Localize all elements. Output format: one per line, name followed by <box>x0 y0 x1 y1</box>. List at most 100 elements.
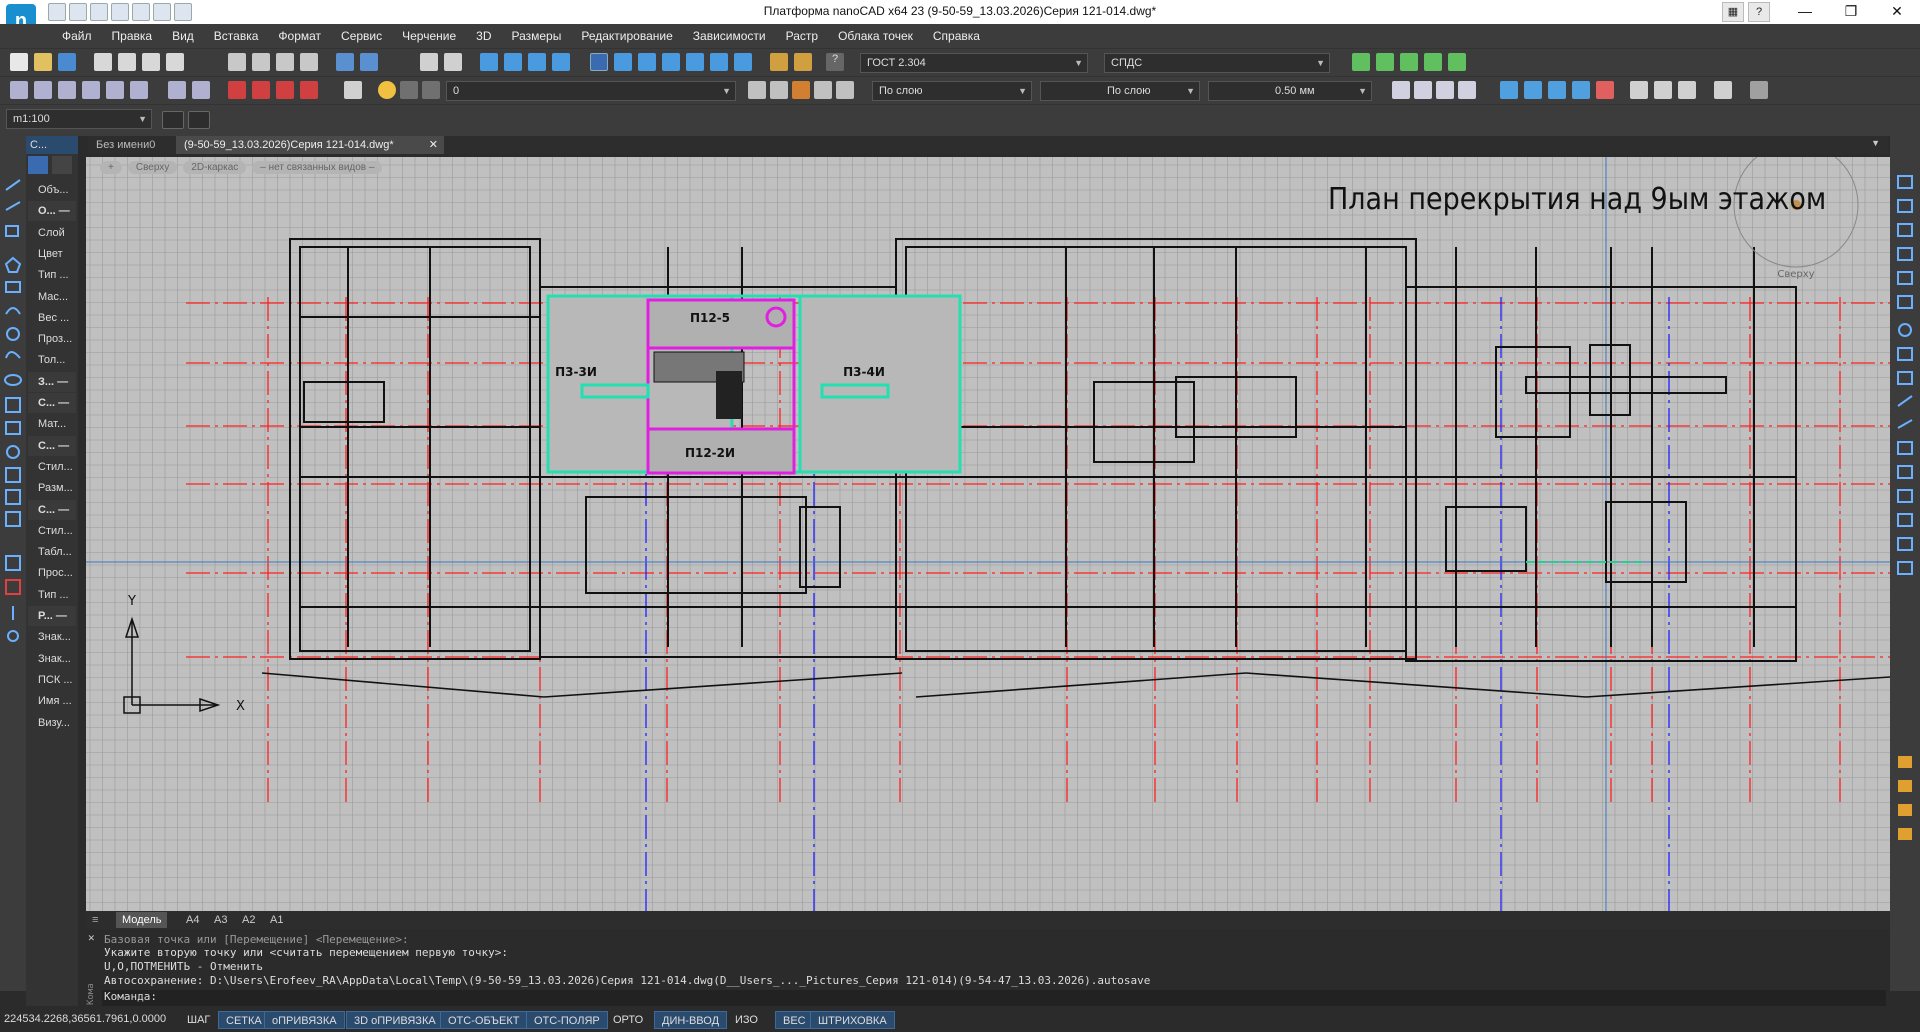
osnap-3-icon[interactable] <box>1548 81 1566 99</box>
snap-4-icon[interactable] <box>82 81 100 99</box>
status-toggle-9[interactable]: ИЗО <box>728 1011 765 1029</box>
osnap-4-icon[interactable] <box>1572 81 1590 99</box>
zoom-realtime-icon[interactable] <box>444 53 462 71</box>
status-toggle-3[interactable]: оПРИВЯЗКА <box>264 1011 345 1029</box>
layout-tab-a4[interactable]: A4 <box>180 912 205 928</box>
menu-raster[interactable]: Растр <box>776 24 828 48</box>
layer-lock-icon[interactable] <box>422 81 440 99</box>
sheet-set-icon[interactable] <box>686 53 704 71</box>
redo-icon[interactable] <box>360 53 378 71</box>
design-center-icon[interactable] <box>638 53 656 71</box>
annotation-scale-2-icon[interactable] <box>188 111 210 129</box>
help-icon[interactable]: ? <box>826 53 844 71</box>
undo-icon[interactable] <box>132 3 150 21</box>
property-row[interactable]: Мас... <box>28 287 76 307</box>
osnap-1-icon[interactable] <box>1500 81 1518 99</box>
property-row[interactable]: О... — <box>28 201 76 222</box>
lineweight-select[interactable]: 0.50 мм ▼ <box>1208 81 1372 101</box>
property-row[interactable]: Знак... <box>28 627 76 647</box>
render-icon[interactable] <box>734 53 752 71</box>
drawing-canvas[interactable]: П12-5 П3-3И П3-4И П12-2И Сверху Y X <box>86 142 1891 911</box>
select-objects-icon[interactable] <box>28 156 48 174</box>
spds-2-icon[interactable] <box>1376 53 1394 71</box>
menu-point-clouds[interactable]: Облака точек <box>828 24 923 48</box>
snap-6-icon[interactable] <box>130 81 148 99</box>
save-all-icon[interactable] <box>111 3 129 21</box>
print-icon[interactable] <box>94 53 112 71</box>
zoom-in-icon[interactable] <box>552 53 570 71</box>
layout-tab-a2[interactable]: A2 <box>236 912 261 928</box>
status-toggle-7[interactable]: ОРТО <box>606 1011 650 1029</box>
property-row[interactable]: Стил... <box>28 521 76 541</box>
command-input[interactable]: Команда: <box>102 990 1886 1006</box>
minimize-icon[interactable]: — <box>1782 0 1828 24</box>
quick-select-icon[interactable] <box>52 156 72 174</box>
make-current-icon[interactable] <box>748 81 766 99</box>
match-properties-icon[interactable] <box>300 53 318 71</box>
visual-style[interactable]: 2D-каркас <box>183 161 247 174</box>
menu-file[interactable]: Файл <box>52 24 102 48</box>
zoom-window-icon[interactable] <box>480 53 498 71</box>
new-file-icon[interactable] <box>48 3 66 21</box>
copy-icon[interactable] <box>252 53 270 71</box>
property-row[interactable]: Вес ... <box>28 308 76 328</box>
save-icon[interactable] <box>58 53 76 71</box>
status-toggle-6[interactable]: ОТС-ПОЛЯР <box>526 1011 608 1029</box>
snap-5-icon[interactable] <box>106 81 124 99</box>
ruler-icon[interactable] <box>794 53 812 71</box>
status-toggle-2[interactable]: СЕТКА <box>218 1011 270 1029</box>
property-row[interactable]: Прос... <box>28 563 76 583</box>
property-row[interactable]: З... — <box>28 371 76 392</box>
group-1-icon[interactable] <box>228 81 246 99</box>
preview-icon[interactable] <box>142 53 160 71</box>
open-icon[interactable] <box>34 53 52 71</box>
property-row[interactable]: Тол... <box>28 350 76 370</box>
pan-icon[interactable] <box>420 53 438 71</box>
layer-state-icon[interactable] <box>792 81 810 99</box>
modify-2-icon[interactable] <box>1414 81 1432 99</box>
zoom-previous-icon[interactable] <box>528 53 546 71</box>
snap-8-icon[interactable] <box>192 81 210 99</box>
text-5-icon[interactable] <box>1750 81 1768 99</box>
annotation-scale-1-icon[interactable] <box>162 111 184 129</box>
status-toggle-11[interactable]: ШТРИХОВКА <box>810 1011 895 1029</box>
paste-icon[interactable] <box>276 53 294 71</box>
spds-1-icon[interactable] <box>1352 53 1370 71</box>
osnap-5-icon[interactable] <box>1596 81 1614 99</box>
property-row[interactable]: Имя ... <box>28 691 76 711</box>
property-row[interactable]: Мат... <box>28 414 76 434</box>
layer-on-icon[interactable] <box>378 81 396 99</box>
maximize-icon[interactable]: ❐ <box>1828 0 1874 24</box>
calculator-icon[interactable] <box>710 53 728 71</box>
snap-2-icon[interactable] <box>34 81 52 99</box>
property-row[interactable]: Тип ... <box>28 585 76 605</box>
property-row[interactable]: Цвет <box>28 244 76 264</box>
status-toggle-10[interactable]: ВЕС <box>775 1011 814 1029</box>
workspace-icon[interactable]: ▦ <box>1722 2 1744 22</box>
property-row[interactable]: Визу... <box>28 713 76 733</box>
status-toggle-1[interactable]: ШАГ <box>180 1011 217 1029</box>
layer-freeze-icon[interactable] <box>400 81 418 99</box>
menu-service[interactable]: Сервис <box>331 24 392 48</box>
snap-7-icon[interactable] <box>168 81 186 99</box>
spds-4-icon[interactable] <box>1424 53 1442 71</box>
property-row[interactable]: Тип ... <box>28 265 76 285</box>
doc-tab-close-icon[interactable]: ✕ <box>429 136 438 154</box>
text-4-icon[interactable] <box>1714 81 1732 99</box>
zoom-extents-icon[interactable] <box>504 53 522 71</box>
print-icon[interactable] <box>174 3 192 21</box>
menu-edit[interactable]: Правка <box>102 24 163 48</box>
scale-select[interactable]: m1:100 ▼ <box>6 109 152 129</box>
visibility-icon[interactable] <box>814 81 832 99</box>
properties-header[interactable]: С... <box>26 136 78 154</box>
new-icon[interactable] <box>10 53 28 71</box>
undo-icon[interactable] <box>336 53 354 71</box>
text-style-select[interactable]: ГОСТ 2.304 ▼ <box>860 53 1088 73</box>
spds-5-icon[interactable] <box>1448 53 1466 71</box>
status-toggle-4[interactable]: 3D оПРИВЯЗКА <box>346 1011 444 1029</box>
modify-3-icon[interactable] <box>1436 81 1454 99</box>
osnap-2-icon[interactable] <box>1524 81 1542 99</box>
modify-4-icon[interactable] <box>1458 81 1476 99</box>
layer-previous-icon[interactable] <box>770 81 788 99</box>
menu-help[interactable]: Справка <box>923 24 990 48</box>
